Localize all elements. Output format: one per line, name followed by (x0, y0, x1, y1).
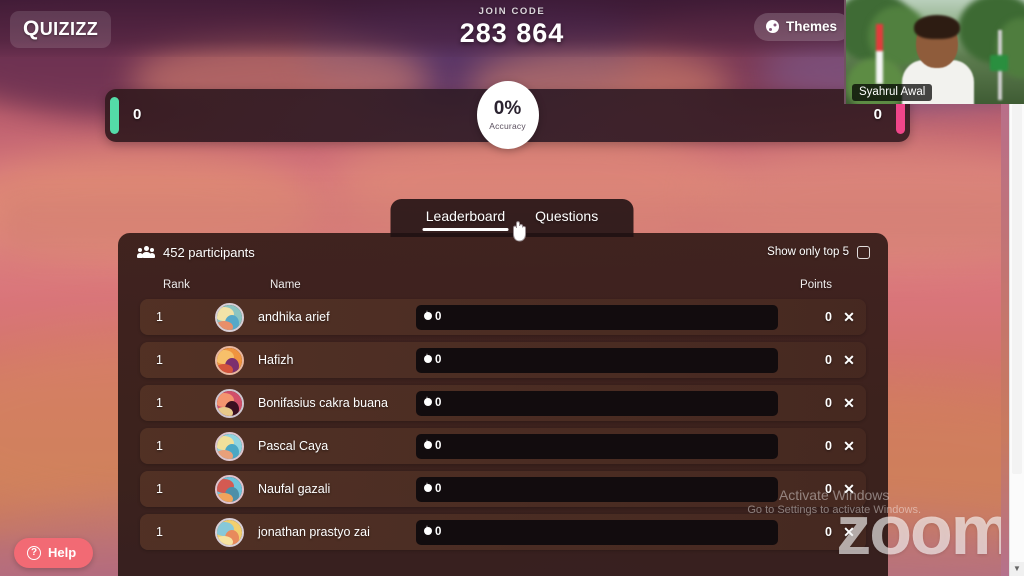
avatar (215, 474, 244, 504)
accuracy-caption: Accuracy (489, 121, 526, 131)
row-streak-bar: 0 (416, 390, 778, 416)
table-row[interactable]: 1 Bonifasius cakra buana 0 0 ✕ (140, 385, 866, 421)
remove-participant-button[interactable]: ✕ (832, 438, 866, 455)
themes-button[interactable]: Themes (753, 13, 851, 41)
remove-participant-button[interactable]: ✕ (832, 309, 866, 326)
remove-participant-button[interactable]: ✕ (832, 481, 866, 498)
correct-count: 0 (133, 106, 142, 123)
row-streak-value: 0 (435, 397, 442, 409)
row-points: 0 (825, 525, 832, 539)
row-streak-bar: 0 (416, 347, 778, 373)
participants-count: 452 participants (163, 244, 255, 260)
help-button-label: Help (48, 545, 77, 560)
row-participant-name: Hafizh (258, 353, 294, 367)
table-row[interactable]: 1 andhika arief 0 0 ✕ (140, 299, 866, 335)
avatar (215, 431, 244, 461)
row-points: 0 (825, 353, 832, 367)
leaderboard-panel: 452 participants Show only top 5 Rank Na… (118, 233, 888, 576)
table-row[interactable]: 1 jonathan prastyo zai 0 0 ✕ (140, 514, 866, 550)
column-header-name: Name (270, 279, 301, 291)
webcam-tile[interactable]: Syahrul Awal (844, 0, 1024, 104)
sign-shape (990, 55, 1008, 71)
streak-drop-icon (424, 482, 432, 494)
row-participant-name: andhika arief (258, 310, 330, 324)
table-row[interactable]: 1 Hafizh 0 0 ✕ (140, 342, 866, 378)
row-participant-name: Bonifasius cakra buana (258, 396, 388, 410)
row-streak-bar: 0 (416, 476, 778, 502)
tab-leaderboard[interactable]: Leaderboard (422, 204, 509, 233)
row-streak-value: 0 (435, 354, 442, 366)
streak-drop-icon (424, 353, 432, 365)
avatar (215, 302, 244, 332)
row-streak-bar: 0 (416, 433, 778, 459)
hair-shape (914, 15, 960, 39)
row-points: 0 (825, 439, 832, 453)
row-streak-value: 0 (435, 526, 442, 538)
flag-shape (876, 24, 883, 84)
tab-questions[interactable]: Questions (533, 204, 600, 233)
avatar (215, 345, 244, 375)
streak-drop-icon (424, 525, 432, 537)
accuracy-bar-container: 0 0 0% Accuracy (105, 81, 910, 149)
table-column-headers: Rank Name Points (118, 271, 888, 299)
row-streak-bar: 0 (416, 304, 778, 330)
row-rank: 1 (156, 396, 163, 410)
row-points: 0 (825, 482, 832, 496)
column-header-rank: Rank (163, 279, 190, 291)
page-scrollbar[interactable]: ▼ (1009, 104, 1024, 576)
show-only-top-label: Show only top 5 (767, 246, 849, 258)
show-only-top-toggle[interactable]: Show only top 5 (767, 245, 870, 259)
webcam-participant-name: Syahrul Awal (852, 84, 933, 101)
row-streak-bar: 0 (416, 519, 778, 545)
tab-bar: Leaderboard Questions (390, 199, 634, 242)
themes-button-label: Themes (785, 19, 837, 34)
people-icon (137, 245, 155, 259)
palette-icon (765, 20, 779, 33)
incorrect-count: 0 (873, 106, 882, 123)
row-streak-value: 0 (435, 483, 442, 495)
page-edge-strip (1001, 104, 1009, 576)
row-points: 0 (825, 396, 832, 410)
row-points: 0 (825, 310, 832, 324)
remove-participant-button[interactable]: ✕ (832, 395, 866, 412)
scrollbar-down-arrow[interactable]: ▼ (1010, 562, 1024, 576)
row-rank: 1 (156, 482, 163, 496)
avatar (215, 517, 244, 547)
correct-marker (110, 97, 119, 134)
streak-drop-icon (424, 396, 432, 408)
help-button[interactable]: ? Help (14, 538, 94, 568)
remove-participant-button[interactable]: ✕ (832, 524, 866, 541)
row-rank: 1 (156, 353, 163, 367)
show-only-top-checkbox[interactable] (857, 245, 870, 259)
accuracy-percent: 0% (493, 98, 522, 119)
table-row[interactable]: 1 Naufal gazali 0 0 ✕ (140, 471, 866, 507)
row-streak-value: 0 (435, 311, 442, 323)
column-header-points: Points (800, 279, 832, 291)
remove-participant-button[interactable]: ✕ (832, 352, 866, 369)
row-rank: 1 (156, 525, 163, 539)
row-participant-name: jonathan prastyo zai (258, 525, 370, 539)
accuracy-badge: 0% Accuracy (476, 81, 539, 149)
table-row[interactable]: 1 Pascal Caya 0 0 ✕ (140, 428, 866, 464)
row-rank: 1 (156, 310, 163, 324)
streak-drop-icon (424, 310, 432, 322)
question-circle-icon: ? (27, 545, 41, 560)
streak-drop-icon (424, 439, 432, 451)
row-participant-name: Naufal gazali (258, 482, 331, 496)
avatar (215, 388, 244, 418)
scrollbar-thumb[interactable] (1012, 104, 1022, 474)
leaderboard-rows: 1 andhika arief 0 0 ✕ 1 Hafizh 0 0 ✕ 1 Bonifasius c… (118, 299, 888, 550)
row-participant-name: Pascal Caya (258, 439, 329, 453)
row-streak-value: 0 (435, 440, 442, 452)
row-rank: 1 (156, 439, 163, 453)
participants-block: 452 participants (137, 244, 255, 260)
panel-header: 452 participants Show only top 5 (118, 233, 888, 271)
